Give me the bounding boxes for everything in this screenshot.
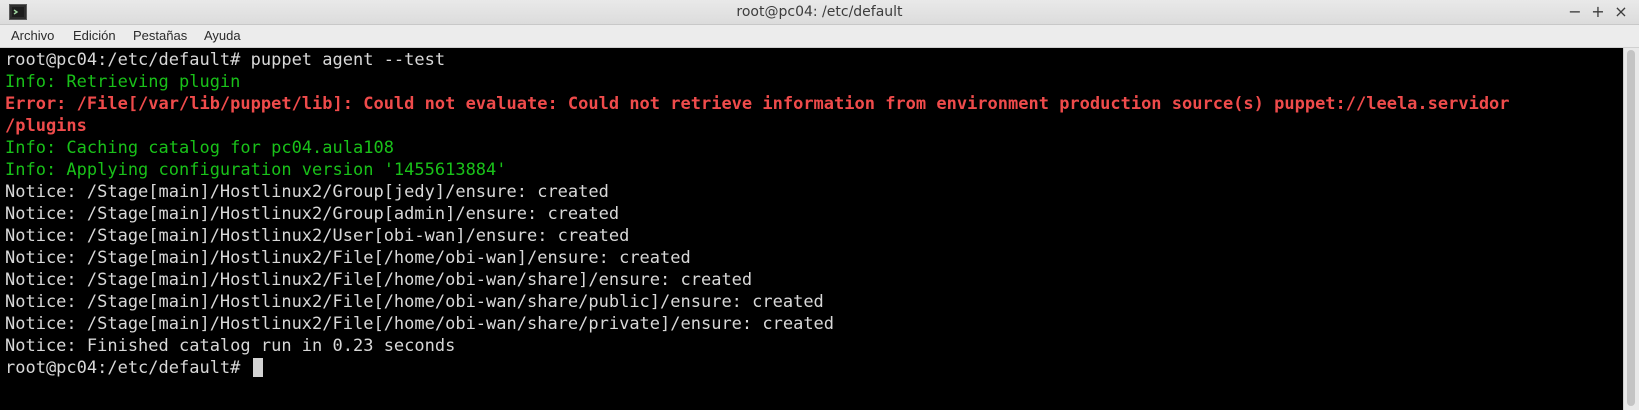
scrollbar-thumb[interactable] bbox=[1627, 50, 1635, 406]
terminal-line: Notice: Finished catalog run in 0.23 sec… bbox=[5, 336, 456, 356]
terminal-line: /plugins bbox=[5, 116, 87, 136]
terminal-prompt-line[interactable]: root@pc04:/etc/default# bbox=[5, 357, 263, 379]
terminal-line: Notice: /Stage[main]/Hostlinux2/File[/ho… bbox=[5, 314, 835, 334]
terminal-line: Info: Retrieving plugin bbox=[5, 72, 241, 92]
prompt-text: root@pc04:/etc/default# bbox=[5, 358, 251, 378]
terminal-line: root@pc04:/etc/default# puppet agent --t… bbox=[5, 50, 446, 70]
terminal-line: Error: /File[/var/lib/puppet/lib]: Could… bbox=[5, 94, 1510, 114]
text-cursor bbox=[252, 358, 263, 377]
terminal-window: root@pc04: /etc/default − + × Archivo Ed… bbox=[0, 0, 1639, 410]
window-title: root@pc04: /etc/default bbox=[736, 4, 903, 20]
maximize-button[interactable]: + bbox=[1589, 2, 1607, 22]
vertical-scrollbar[interactable] bbox=[1623, 48, 1639, 410]
terminal-line: Notice: /Stage[main]/Hostlinux2/File[/ho… bbox=[5, 248, 691, 268]
terminal-line: Info: Caching catalog for pc04.aula108 bbox=[5, 138, 394, 158]
terminal-line: Info: Applying configuration version '14… bbox=[5, 160, 507, 180]
menu-archivo[interactable]: Archivo bbox=[11, 28, 54, 43]
minimize-button[interactable]: − bbox=[1566, 2, 1584, 22]
menu-ayuda[interactable]: Ayuda bbox=[204, 28, 241, 43]
terminal-line: Notice: /Stage[main]/Hostlinux2/File[/ho… bbox=[5, 292, 824, 312]
terminal-line: Notice: /Stage[main]/Hostlinux2/File[/ho… bbox=[5, 270, 753, 290]
menu-bar: Archivo Edición Pestañas Ayuda bbox=[0, 25, 1639, 48]
menu-edicion[interactable]: Edición bbox=[73, 28, 116, 43]
terminal-line: Notice: /Stage[main]/Hostlinux2/Group[je… bbox=[5, 182, 609, 202]
menu-pestanas[interactable]: Pestañas bbox=[133, 28, 187, 43]
title-bar[interactable]: root@pc04: /etc/default − + × bbox=[0, 0, 1639, 25]
terminal-output[interactable]: root@pc04:/etc/default# puppet agent --t… bbox=[0, 48, 1623, 410]
terminal-line: Notice: /Stage[main]/Hostlinux2/Group[ad… bbox=[5, 204, 620, 224]
terminal-line: Notice: /Stage[main]/Hostlinux2/User[obi… bbox=[5, 226, 630, 246]
close-button[interactable]: × bbox=[1612, 2, 1630, 22]
